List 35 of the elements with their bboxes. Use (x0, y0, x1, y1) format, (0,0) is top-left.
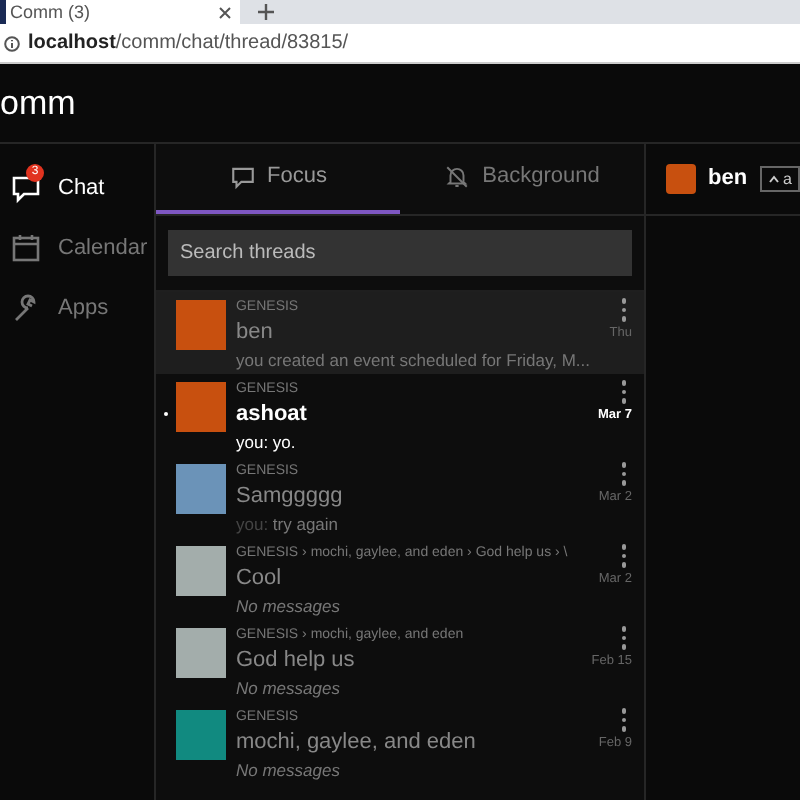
message-preview: you: yo. (235, 430, 296, 454)
bell-off-icon (444, 164, 471, 190)
thread-name: Cool (235, 564, 284, 594)
message-preview: No messages (235, 594, 340, 618)
close-icon[interactable] (218, 5, 232, 19)
chat-icon (229, 164, 255, 190)
search-field[interactable]: Search threads (167, 230, 632, 276)
more-options-icon[interactable] (619, 708, 628, 731)
caret-icon (767, 174, 780, 184)
message-preview: No messages (235, 676, 340, 700)
chat-icon (10, 172, 42, 204)
message-preview: No messages (235, 758, 340, 782)
calendar-icon (10, 232, 42, 264)
thread-name: ben (235, 318, 275, 348)
message-preview: you created an event scheduled for Friday, M... (235, 348, 591, 372)
app-title: omm (0, 81, 76, 126)
nav-item[interactable]: Calendar (10, 232, 154, 264)
nav-item[interactable]: Apps (10, 292, 154, 324)
more-options-icon[interactable] (619, 380, 628, 403)
thread-button[interactable]: a (759, 166, 800, 192)
more-options-icon[interactable] (619, 462, 628, 485)
more-options-icon[interactable] (619, 544, 628, 567)
conversation-title: ben (707, 164, 748, 195)
more-options-icon[interactable] (619, 298, 628, 321)
more-options-icon[interactable] (619, 626, 628, 649)
tab[interactable]: Focus (155, 144, 400, 214)
browser-tab[interactable]: Comm (3) (0, 0, 240, 24)
thread-name: ashoat (235, 400, 309, 430)
new-tab-icon[interactable] (258, 4, 274, 20)
thread-name: Samggggg (235, 482, 345, 512)
tab-title: Comm (3) (10, 3, 90, 21)
thread-name: mochi, gaylee, and eden (235, 728, 478, 758)
thread-name: God help us (235, 646, 357, 676)
info-icon[interactable] (4, 35, 20, 51)
tab[interactable]: Background (399, 144, 644, 214)
